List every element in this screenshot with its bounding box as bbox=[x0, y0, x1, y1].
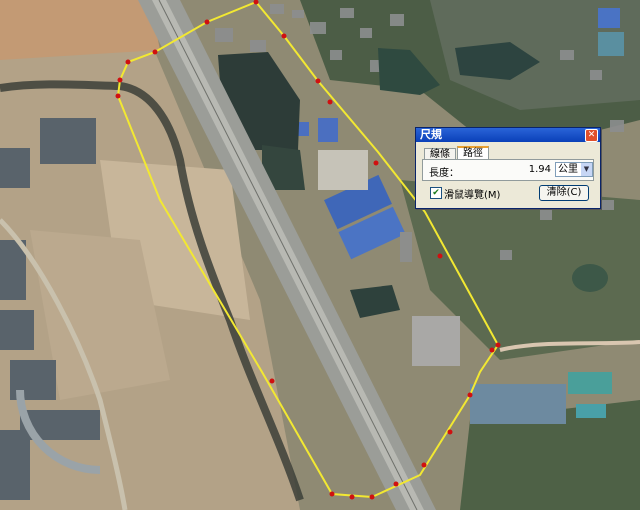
unit-select[interactable]: 公里 ▼ bbox=[555, 162, 593, 177]
ruler-dialog: 尺規 ✕ 線條 路徑 長度： 1.94 公里 ▼ ✔ 滑鼠導覽(M) 清除(C) bbox=[415, 127, 601, 209]
ruler-tabs: 線條 路徑 bbox=[424, 146, 490, 161]
dialog-title: 尺規 bbox=[420, 128, 442, 141]
length-value: 1.94 bbox=[528, 164, 551, 175]
dialog-titlebar[interactable]: 尺規 ✕ bbox=[416, 128, 600, 142]
chevron-down-icon[interactable]: ▼ bbox=[581, 163, 592, 176]
unit-value: 公里 bbox=[558, 164, 578, 175]
length-label: 長度： bbox=[429, 168, 459, 179]
measure-panel: 長度： 1.94 公里 ▼ bbox=[422, 159, 594, 181]
mouse-nav-checkbox[interactable]: ✔ bbox=[430, 187, 442, 199]
mouse-nav-label: 滑鼠導覽(M) bbox=[444, 190, 501, 201]
close-icon[interactable]: ✕ bbox=[585, 129, 598, 142]
satellite-map[interactable] bbox=[0, 0, 640, 510]
clear-button[interactable]: 清除(C) bbox=[539, 185, 589, 201]
